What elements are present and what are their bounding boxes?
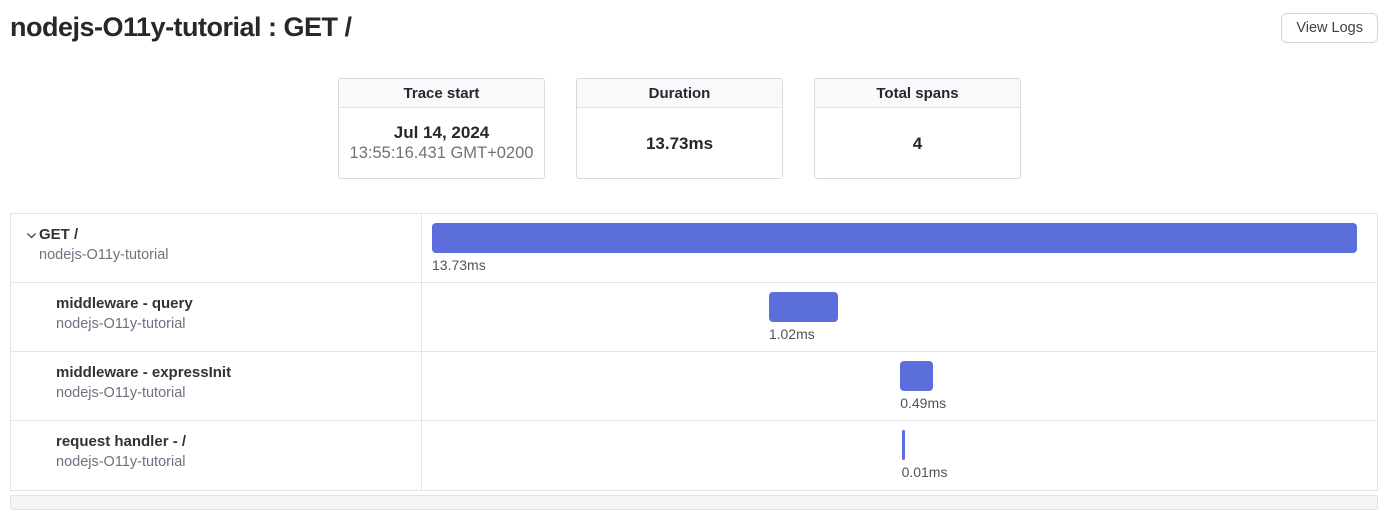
- span-info: request handler - / nodejs-O11y-tutorial: [11, 421, 422, 490]
- span-service: nodejs-O11y-tutorial: [11, 383, 421, 404]
- trace-row-middleware-expressinit[interactable]: middleware - expressInit nodejs-O11y-tut…: [11, 352, 1377, 421]
- duration-value: 13.73ms: [646, 133, 713, 154]
- span-duration-label: 0.49ms: [900, 395, 946, 411]
- span-timeline: 1.02ms: [422, 283, 1377, 351]
- card-total-spans-body: 4: [815, 108, 1020, 178]
- card-total-spans-title: Total spans: [815, 79, 1020, 108]
- span-bar[interactable]: [902, 430, 905, 460]
- trace-start-time: 13:55:16.431 GMT+0200: [350, 143, 534, 164]
- card-trace-start: Trace start Jul 14, 2024 13:55:16.431 GM…: [338, 78, 545, 179]
- span-info: middleware - expressInit nodejs-O11y-tut…: [11, 352, 422, 420]
- span-name: middleware - expressInit: [11, 363, 421, 383]
- page-title: nodejs-O11y-tutorial : GET /: [10, 8, 352, 46]
- span-info: GET / nodejs-O11y-tutorial: [11, 214, 422, 282]
- trace-waterfall-panel: GET / nodejs-O11y-tutorial 13.73ms middl…: [10, 213, 1378, 491]
- span-duration-label: 0.01ms: [902, 464, 948, 480]
- card-trace-start-body: Jul 14, 2024 13:55:16.431 GMT+0200: [339, 108, 544, 178]
- span-name: GET /: [11, 225, 421, 245]
- span-info: middleware - query nodejs-O11y-tutorial: [11, 283, 422, 351]
- span-timeline: 13.73ms: [422, 214, 1377, 282]
- card-duration: Duration 13.73ms: [576, 78, 783, 179]
- span-name: middleware - query: [11, 294, 421, 314]
- span-timeline: 0.01ms: [422, 421, 1377, 490]
- span-service: nodejs-O11y-tutorial: [11, 452, 421, 473]
- trace-row-get-root[interactable]: GET / nodejs-O11y-tutorial 13.73ms: [11, 214, 1377, 283]
- trace-start-date: Jul 14, 2024: [394, 122, 489, 143]
- span-service: nodejs-O11y-tutorial: [11, 245, 421, 266]
- horizontal-scrollbar[interactable]: [10, 495, 1378, 510]
- span-duration-label: 1.02ms: [769, 326, 815, 342]
- span-bar[interactable]: [900, 361, 933, 391]
- span-bar[interactable]: [769, 292, 838, 322]
- span-service: nodejs-O11y-tutorial: [11, 314, 421, 335]
- card-trace-start-title: Trace start: [339, 79, 544, 108]
- trace-row-request-handler[interactable]: request handler - / nodejs-O11y-tutorial…: [11, 421, 1377, 490]
- total-spans-value: 4: [913, 133, 922, 154]
- card-duration-title: Duration: [577, 79, 782, 108]
- span-duration-label: 13.73ms: [432, 257, 486, 273]
- span-timeline: 0.49ms: [422, 352, 1377, 420]
- span-name: request handler - /: [11, 432, 421, 452]
- span-bar[interactable]: [432, 223, 1357, 253]
- summary-cards: Trace start Jul 14, 2024 13:55:16.431 GM…: [338, 78, 1389, 179]
- card-total-spans: Total spans 4: [814, 78, 1021, 179]
- trace-row-middleware-query[interactable]: middleware - query nodejs-O11y-tutorial …: [11, 283, 1377, 352]
- view-logs-button[interactable]: View Logs: [1281, 13, 1378, 43]
- card-duration-body: 13.73ms: [577, 108, 782, 178]
- chevron-down-icon[interactable]: [23, 227, 39, 243]
- page-header: nodejs-O11y-tutorial : GET / View Logs: [0, 0, 1389, 62]
